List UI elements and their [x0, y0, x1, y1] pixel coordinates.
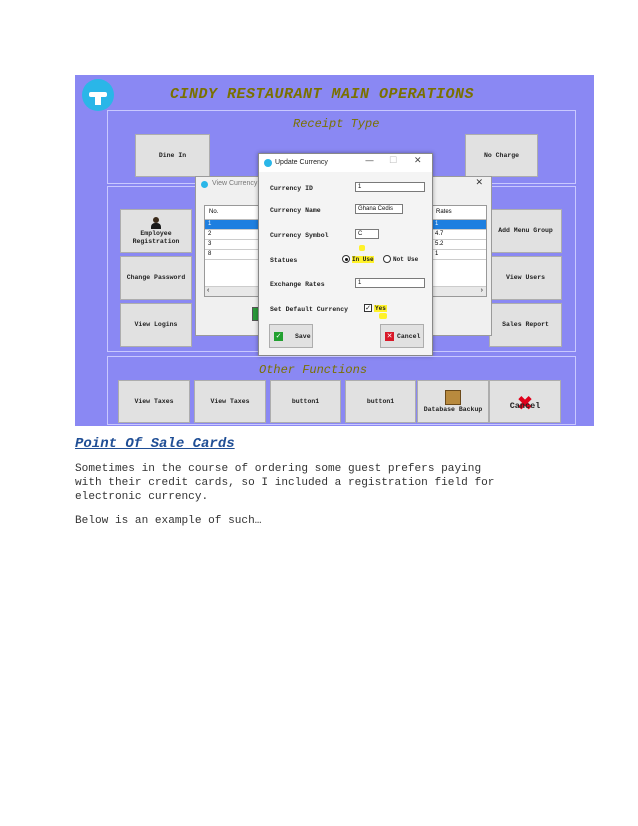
- default-currency-value: Yes: [374, 305, 387, 312]
- minimize-icon[interactable]: —: [365, 156, 374, 166]
- section-heading: Point Of Sale Cards: [75, 436, 235, 452]
- cancel-button[interactable]: ✕ Cancel: [380, 324, 424, 348]
- cross-icon: ✕: [385, 332, 394, 341]
- grid-row[interactable]: 1: [205, 220, 263, 230]
- dine-in-button[interactable]: Dine In: [135, 134, 210, 177]
- currency-symbol-field[interactable]: C: [355, 229, 379, 239]
- currency-name-label: Currency Name: [270, 207, 321, 214]
- horizontal-scrollbar[interactable]: ›: [432, 286, 486, 296]
- grid-row[interactable]: 1: [432, 220, 486, 230]
- add-menu-group-button[interactable]: Add Menu Group: [489, 209, 562, 253]
- view-logins-button[interactable]: View Logins: [120, 303, 192, 347]
- horizontal-scrollbar[interactable]: ‹: [205, 286, 263, 296]
- other-functions-title: Other Functions: [259, 363, 368, 377]
- not-use-radio[interactable]: [383, 255, 391, 263]
- no-charge-button[interactable]: No Charge: [465, 134, 538, 177]
- app-title: CINDY RESTAURANT MAIN OPERATIONS: [170, 86, 475, 103]
- maximize-icon: ☐: [389, 156, 398, 166]
- app-icon: [264, 159, 272, 167]
- grid-header: Rates: [432, 206, 486, 220]
- button1-second[interactable]: button1: [345, 380, 416, 423]
- grid-row[interactable]: 3: [205, 240, 263, 250]
- example-paragraph: Below is an example of such…: [75, 515, 262, 527]
- highlight-mark: [379, 313, 387, 319]
- employee-registration-button[interactable]: Employee Registration: [120, 209, 192, 253]
- sales-report-button[interactable]: Sales Report: [489, 303, 562, 347]
- close-icon[interactable]: ✕: [475, 178, 483, 188]
- app-screenshot: CINDY RESTAURANT MAIN OPERATIONS Receipt…: [75, 75, 594, 426]
- default-currency-label: Set Default Currency: [270, 306, 349, 313]
- view-currency-title: View Currency: [212, 180, 258, 187]
- grid-row[interactable]: 5.2: [432, 240, 486, 250]
- grid-row[interactable]: 1: [432, 250, 486, 260]
- grid-header: No.: [205, 206, 263, 220]
- in-use-radio[interactable]: [342, 255, 350, 263]
- highlight-mark: [359, 245, 365, 251]
- status-label: Statues: [270, 257, 298, 264]
- grid-row[interactable]: 2: [205, 230, 263, 240]
- default-currency-checkbox[interactable]: ✓: [364, 304, 372, 312]
- paragraph-line: electronic currency.: [75, 491, 209, 503]
- view-taxes-button-2[interactable]: View Taxes: [194, 380, 266, 423]
- button1[interactable]: button1: [270, 380, 341, 423]
- grid-row[interactable]: 8: [205, 250, 263, 260]
- exchange-rates-label: Exchange Rates: [270, 281, 325, 288]
- in-use-label: In Use: [352, 256, 374, 263]
- receipt-type-title: Receipt Type: [293, 117, 380, 131]
- currency-symbol-label: Currency Symbol: [270, 232, 329, 239]
- currency-grid-left[interactable]: No. 1 2 3 8 ‹: [204, 205, 264, 297]
- app-cancel-button[interactable]: ✖ Cancel: [489, 380, 561, 423]
- restaurant-logo-icon: [82, 79, 114, 111]
- update-currency-dialog: Update Currency — ☐ ✕ Currency ID 1 Curr…: [258, 153, 433, 356]
- dialog-title: Update Currency: [275, 159, 328, 166]
- currency-grid-right[interactable]: Rates 1 4.7 5.2 1 ›: [431, 205, 487, 297]
- app-icon: [201, 181, 208, 188]
- save-button[interactable]: ✓ Save: [269, 324, 313, 348]
- database-box-icon: [445, 389, 461, 405]
- employee-icon: [151, 216, 161, 229]
- close-icon[interactable]: ✕: [414, 156, 422, 166]
- currency-id-field[interactable]: 1: [355, 182, 425, 192]
- currency-id-label: Currency ID: [270, 185, 313, 192]
- currency-name-field[interactable]: Ghana Cedis: [355, 204, 403, 214]
- not-use-label: Not Use: [393, 256, 419, 263]
- view-users-button[interactable]: View Users: [489, 256, 562, 300]
- paragraph-line: Sometimes in the course of ordering some…: [75, 463, 482, 475]
- database-backup-button[interactable]: Database Backup: [417, 380, 489, 423]
- grid-row[interactable]: 4.7: [432, 230, 486, 240]
- intro-paragraph: Sometimes in the course of ordering some…: [75, 462, 565, 504]
- view-taxes-button[interactable]: View Taxes: [118, 380, 190, 423]
- check-icon: ✓: [274, 332, 283, 341]
- paragraph-line: with their credit cards, so I included a…: [75, 477, 495, 489]
- exchange-rate-field[interactable]: 1: [355, 278, 425, 288]
- change-password-button[interactable]: Change Password: [120, 256, 192, 300]
